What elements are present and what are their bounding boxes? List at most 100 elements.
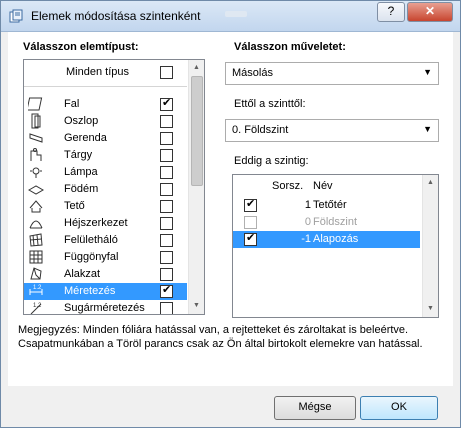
column-header-name[interactable]: Név	[313, 180, 333, 192]
type-label: Függönyfal	[64, 251, 119, 263]
slab-icon	[28, 185, 44, 195]
all-types-checkbox[interactable]	[160, 66, 173, 79]
story-row-0[interactable]: ✔ 1 Tetőtér	[233, 197, 420, 214]
story-row-2[interactable]: ✔ -1 Alapozás	[233, 231, 420, 248]
type-checkbox[interactable]	[160, 217, 173, 230]
type-row-4[interactable]: Lámpa	[24, 164, 187, 181]
type-row-3[interactable]: Tárgy	[24, 147, 187, 164]
type-row-6[interactable]: Tető	[24, 198, 187, 215]
type-label: Héjszerkezet	[64, 217, 128, 229]
check-mark-icon: ✔	[162, 284, 172, 296]
type-row-9[interactable]: Függönyfal	[24, 249, 187, 266]
type-checkbox[interactable]: ✔	[160, 97, 173, 111]
dimension-icon: 1.2	[29, 285, 43, 295]
story-number: -1	[301, 233, 311, 245]
type-label: Tárgy	[64, 149, 93, 161]
title-blur	[225, 11, 247, 17]
all-types-row[interactable]: Minden típus	[24, 64, 187, 81]
type-row-0[interactable]: Fal ✔	[24, 96, 187, 113]
type-label: Födém	[64, 183, 99, 195]
story-name: Tetőtér	[313, 199, 347, 211]
story-list-scrollbar[interactable]: ▲ ▼	[422, 175, 438, 317]
cancel-button[interactable]: Mégse	[274, 396, 356, 420]
type-checkbox[interactable]	[160, 302, 173, 314]
type-label: Alakzat	[64, 268, 101, 280]
all-types-label: Minden típus	[66, 66, 129, 78]
column-header-number[interactable]: Sorsz.	[272, 180, 303, 192]
story-number: 1	[304, 199, 311, 211]
element-type-list[interactable]: Minden típus ▲ ▼ Fal ✔ Oszlop Gerenda Tárgy L…	[23, 59, 205, 315]
modify-elements-by-story-dialog: Elemek módosítása szintenként ? ✕ Válass…	[0, 0, 461, 428]
type-row-8[interactable]: Felületháló	[24, 232, 187, 249]
story-row-1[interactable]: 0 Földszint	[233, 214, 420, 231]
operation-label: Válasszon műveletet:	[234, 41, 346, 53]
curtain-wall-icon	[29, 250, 43, 264]
scroll-thumb[interactable]	[191, 76, 203, 186]
type-checkbox[interactable]	[160, 149, 173, 162]
type-list-scrollbar[interactable]: ▲ ▼	[188, 60, 204, 314]
to-story-list[interactable]: Sorsz. Név ▲ ▼ ✔ 1 Tetőtér 0 Földszint ✔ -1 Ala…	[232, 174, 439, 318]
type-row-10[interactable]: Alakzat	[24, 266, 187, 283]
type-label: Tető	[64, 200, 85, 212]
type-label: Lámpa	[64, 166, 98, 178]
roof-icon	[29, 200, 43, 213]
type-checkbox[interactable]	[160, 268, 173, 281]
operation-select[interactable]: Másolás ▼	[225, 62, 439, 85]
from-story-select-value: 0. Földszint	[232, 124, 289, 136]
story-name: Alapozás	[313, 233, 359, 245]
scroll-down-arrow[interactable]: ▼	[189, 298, 204, 313]
from-story-label: Ettől a szinttől:	[234, 98, 306, 110]
column-icon	[31, 113, 41, 129]
lamp-icon	[30, 167, 42, 178]
type-checkbox[interactable]	[160, 183, 173, 196]
type-checkbox[interactable]	[160, 251, 173, 264]
svg-text:1.2: 1.2	[33, 303, 42, 309]
scroll-down-arrow[interactable]: ▼	[423, 301, 438, 316]
type-checkbox[interactable]	[160, 166, 173, 179]
type-checkbox[interactable]	[160, 115, 173, 128]
type-checkbox[interactable]	[160, 200, 173, 213]
title-bar[interactable]: Elemek módosítása szintenként ? ✕	[1, 1, 460, 32]
scroll-up-arrow[interactable]: ▲	[189, 60, 204, 75]
type-row-2[interactable]: Gerenda	[24, 130, 187, 147]
story-number: 0	[304, 216, 311, 228]
object-icon	[30, 148, 42, 161]
type-row-7[interactable]: Héjszerkezet	[24, 215, 187, 232]
to-story-label: Eddig a szintig:	[234, 155, 309, 167]
type-checkbox[interactable]: ✔	[160, 284, 173, 298]
check-mark-icon: ✔	[162, 97, 172, 109]
type-row-5[interactable]: Födém	[24, 181, 187, 198]
type-checkbox[interactable]	[160, 132, 173, 145]
check-mark-icon: ✔	[246, 232, 256, 244]
morph-icon	[30, 267, 42, 280]
close-button[interactable]: ✕	[407, 2, 453, 22]
type-row-1[interactable]: Oszlop	[24, 113, 187, 130]
chevron-down-icon: ▼	[423, 124, 432, 134]
ok-button[interactable]: OK	[360, 396, 438, 420]
story-name: Földszint	[313, 216, 358, 228]
type-label: Sugárméretezés	[64, 302, 145, 314]
scroll-up-arrow[interactable]: ▲	[423, 175, 438, 190]
check-mark-icon: ✔	[246, 198, 256, 210]
type-label: Gerenda	[64, 132, 107, 144]
element-type-label: Válasszon elemtípust:	[23, 41, 139, 53]
app-icon	[9, 9, 23, 23]
type-row-11[interactable]: 1.2 Méretezés ✔	[24, 283, 187, 300]
chevron-down-icon: ▼	[423, 67, 432, 77]
type-label: Méretezés	[64, 285, 116, 297]
wall-icon	[28, 97, 43, 111]
dialog-footer: Mégse OK	[1, 387, 460, 427]
beam-icon	[29, 133, 43, 143]
help-button[interactable]: ?	[377, 2, 405, 22]
story-checkbox[interactable]: ✔	[244, 232, 257, 246]
note-text: Megjegyzés: Minden fóliára hatással van,…	[18, 324, 423, 350]
from-story-select[interactable]: 0. Földszint ▼	[225, 119, 439, 142]
story-checkbox[interactable]	[244, 216, 257, 229]
window-title: Elemek módosítása szintenként	[31, 9, 201, 23]
type-row-12[interactable]: 1.2 Sugárméretezés	[24, 300, 187, 314]
list-divider	[24, 86, 187, 87]
shell-icon	[29, 220, 43, 229]
type-checkbox[interactable]	[160, 234, 173, 247]
operation-select-value: Másolás	[232, 67, 273, 79]
story-checkbox[interactable]: ✔	[244, 198, 257, 212]
